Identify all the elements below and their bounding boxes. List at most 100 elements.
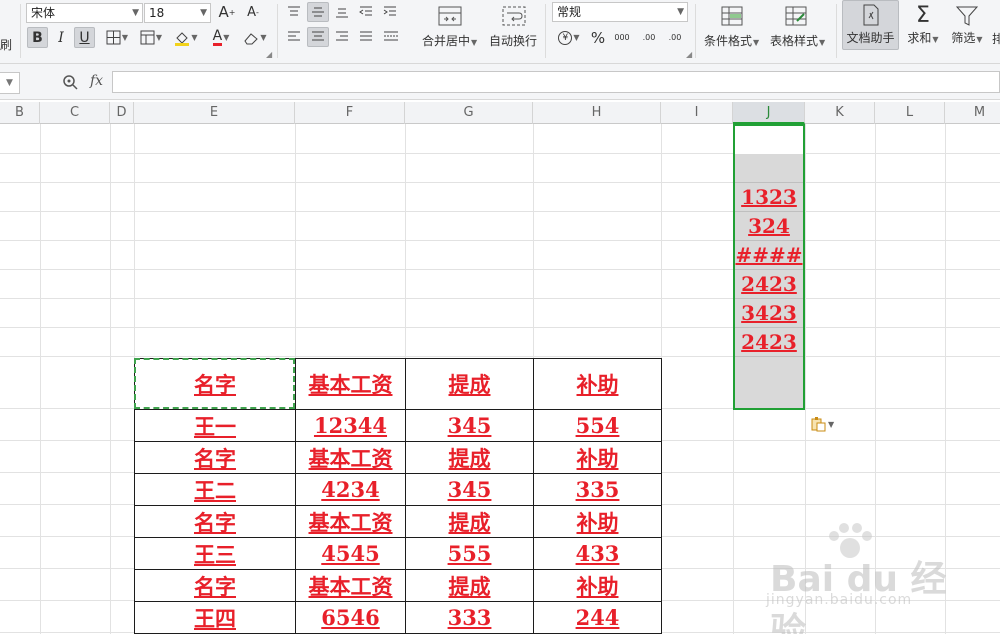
borders-button[interactable]: ▼ <box>102 27 132 48</box>
align-bottom-button[interactable] <box>332 2 352 22</box>
font-name-select[interactable]: 宋体 ▼ <box>26 3 143 23</box>
column-header-c[interactable]: C <box>40 102 110 124</box>
align-center-button[interactable] <box>307 27 329 47</box>
font-dialog-launcher-icon[interactable]: ◢ <box>266 50 272 59</box>
cell-style-button[interactable]: ▼ <box>136 27 166 48</box>
table-cell[interactable]: 王三 <box>135 538 295 569</box>
number-format-select[interactable]: 常规 ▼ <box>552 2 688 22</box>
table-cell[interactable]: 345 <box>406 474 533 505</box>
align-left-button[interactable] <box>284 27 304 47</box>
currency-button[interactable]: ¥ ▼ <box>556 27 582 48</box>
table-cell[interactable]: 554 <box>534 410 661 441</box>
column-header-f[interactable]: F <box>295 102 405 124</box>
column-header-j[interactable]: J <box>733 102 805 124</box>
table-cell[interactable]: 333 <box>406 602 533 633</box>
column-header-e[interactable]: E <box>134 102 295 124</box>
sort-button-partial[interactable]: 排 <box>992 30 1000 46</box>
clear-button[interactable]: ▼ <box>240 27 270 48</box>
fill-color-button[interactable]: ▼ <box>171 27 201 48</box>
decrease-decimal-button[interactable]: .00 <box>664 27 686 48</box>
bold-button[interactable]: B <box>27 27 48 48</box>
table-header-cell[interactable]: 提成 <box>406 359 533 409</box>
table-cell[interactable]: 王一 <box>135 410 295 441</box>
table-cell[interactable]: 名字 <box>135 442 295 473</box>
table-header-cell[interactable]: 名字 <box>135 359 295 409</box>
name-box-dropdown[interactable]: ▼ <box>0 72 20 94</box>
table-cell[interactable]: 4545 <box>296 538 405 569</box>
align-middle-button[interactable] <box>307 2 329 22</box>
wrap-text-icon-button[interactable] <box>500 4 528 28</box>
format-painter-label[interactable]: 刷 <box>0 36 12 52</box>
zoom-search-icon[interactable] <box>62 74 80 92</box>
increase-decimal-button[interactable]: .00 <box>638 27 660 48</box>
j-cell[interactable]: 2423 <box>735 270 803 299</box>
j-cell[interactable] <box>735 126 803 155</box>
filter-button[interactable]: 筛选▼ <box>946 0 988 50</box>
table-style-icon-button[interactable] <box>782 4 810 28</box>
table-cell[interactable]: 补助 <box>534 506 661 537</box>
font-color-button[interactable]: A ▼ <box>206 27 236 48</box>
column-header-k[interactable]: K <box>805 102 875 124</box>
underline-button[interactable]: U <box>74 27 95 48</box>
table-cell[interactable]: 名字 <box>135 570 295 601</box>
paste-options-button[interactable]: ▼ <box>810 415 838 433</box>
column-header-d[interactable]: D <box>110 102 134 124</box>
column-header-g[interactable]: G <box>405 102 533 124</box>
j-cell[interactable]: 324 <box>735 212 803 241</box>
fx-icon[interactable]: fx <box>90 73 103 89</box>
table-cell[interactable]: 提成 <box>406 506 533 537</box>
table-cell[interactable]: 基本工资 <box>296 442 405 473</box>
table-style-button[interactable]: 表格样式▼ <box>770 32 825 49</box>
j-cell[interactable]: 3423 <box>735 299 803 328</box>
table-cell[interactable]: 王二 <box>135 474 295 505</box>
table-cell[interactable]: 4234 <box>296 474 405 505</box>
table-cell[interactable]: 12344 <box>296 410 405 441</box>
table-cell[interactable]: 提成 <box>406 442 533 473</box>
table-cell[interactable]: 335 <box>534 474 661 505</box>
table-cell[interactable]: 补助 <box>534 442 661 473</box>
align-top-button[interactable] <box>284 2 304 22</box>
column-header-i[interactable]: I <box>661 102 733 124</box>
increase-indent-button[interactable] <box>380 2 400 22</box>
table-cell[interactable]: 名字 <box>135 506 295 537</box>
sum-button[interactable]: Σ 求和▼ <box>904 0 942 50</box>
column-header-m[interactable]: M <box>945 102 1000 124</box>
column-header-b[interactable]: B <box>0 102 40 124</box>
j-cell[interactable] <box>735 357 803 408</box>
j-cell[interactable]: 2423 <box>735 328 803 357</box>
table-header-cell[interactable]: 基本工资 <box>296 359 405 409</box>
table-cell[interactable]: 345 <box>406 410 533 441</box>
table-cell[interactable]: 244 <box>534 602 661 633</box>
decrease-indent-button[interactable] <box>356 2 376 22</box>
table-cell[interactable]: 基本工资 <box>296 506 405 537</box>
wrap-text-button[interactable]: 自动换行 <box>489 32 537 49</box>
column-header-h[interactable]: H <box>533 102 661 124</box>
j-cell[interactable]: 1323 <box>735 183 803 212</box>
merge-center-icon-button[interactable] <box>436 4 464 28</box>
table-cell[interactable]: 555 <box>406 538 533 569</box>
merge-center-button[interactable]: 合并居中▼ <box>422 32 477 49</box>
grow-font-button[interactable]: A + <box>216 2 238 22</box>
justify-button[interactable] <box>356 27 376 47</box>
table-cell[interactable]: 提成 <box>406 570 533 601</box>
doc-assistant-button[interactable]: 文档助手 <box>842 0 899 50</box>
conditional-format-icon-button[interactable] <box>718 4 746 28</box>
percent-button[interactable]: % <box>588 27 608 48</box>
table-cell[interactable]: 补助 <box>534 570 661 601</box>
table-cell[interactable]: 王四 <box>135 602 295 633</box>
table-cell[interactable]: 6546 <box>296 602 405 633</box>
distributed-align-button[interactable] <box>380 27 402 47</box>
number-dialog-launcher-icon[interactable]: ◢ <box>686 50 692 59</box>
shrink-font-button[interactable]: A- <box>242 2 264 22</box>
j-cell[interactable] <box>735 154 803 183</box>
conditional-format-button[interactable]: 条件格式▼ <box>704 32 759 49</box>
font-size-select[interactable]: 18 ▼ <box>144 3 211 23</box>
column-header-l[interactable]: L <box>875 102 945 124</box>
align-right-button[interactable] <box>332 27 352 47</box>
table-cell[interactable]: 433 <box>534 538 661 569</box>
j-cell[interactable]: #### <box>735 241 803 270</box>
table-header-cell[interactable]: 补助 <box>534 359 661 409</box>
italic-button[interactable]: I <box>52 27 70 48</box>
formula-input[interactable] <box>112 71 1000 93</box>
table-cell[interactable]: 基本工资 <box>296 570 405 601</box>
